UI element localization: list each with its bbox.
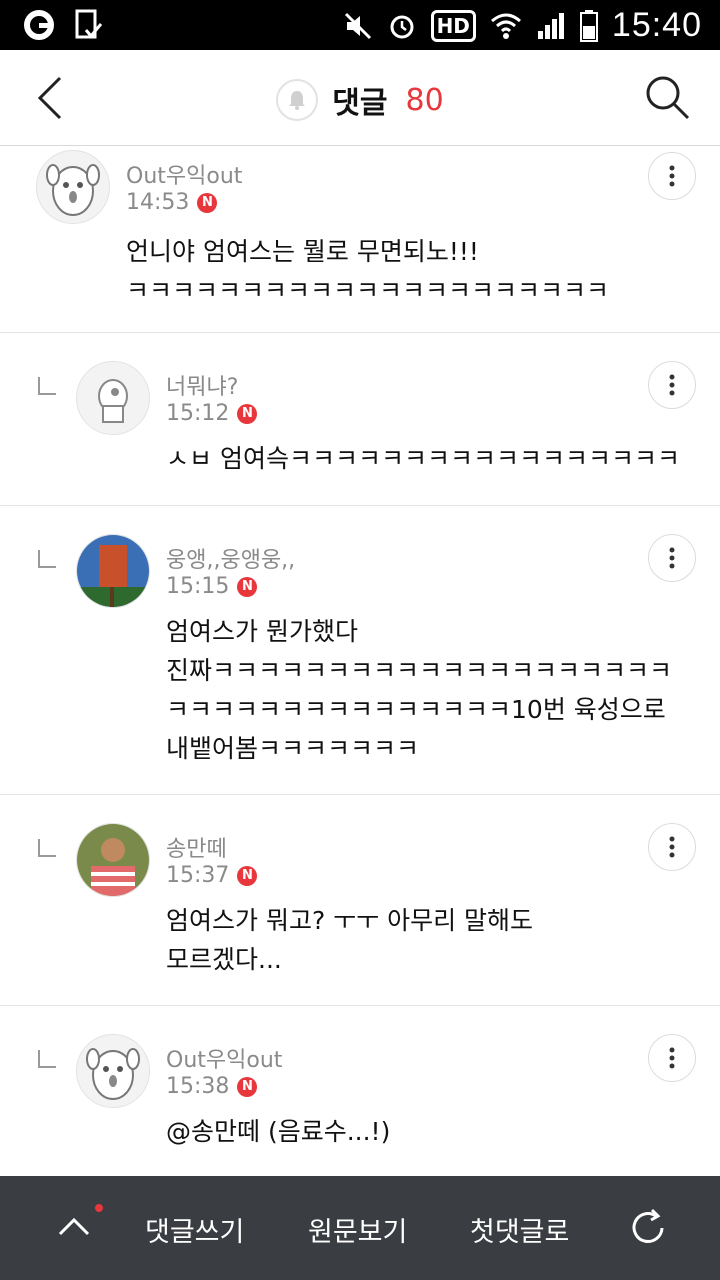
signal-icon: [536, 11, 566, 41]
comment-item: Out우익out 15:38 N @송만떼 (음료수...!): [0, 1006, 720, 1176]
notification-bell-button[interactable]: [276, 79, 319, 121]
chevron-up-icon: [58, 1217, 90, 1236]
avatar[interactable]: [76, 534, 150, 608]
dog-avatar-icon: [37, 151, 109, 223]
more-options-button[interactable]: [648, 823, 696, 871]
new-badge: N: [237, 403, 258, 424]
write-comment-button[interactable]: 댓글쓰기: [145, 1210, 244, 1249]
comment-item: 너뭐냐? 15:12 N ㅅㅂ 엄여슥ㅋㅋㅋㅋㅋㅋㅋㅋㅋㅋㅋㅋㅋㅋㅋㅋㅋ: [0, 333, 720, 506]
bottom-bar: 댓글쓰기 원문보기 첫댓글로: [0, 1176, 720, 1280]
comment-time: 15:15: [166, 574, 230, 599]
download-notification-icon: [74, 8, 102, 42]
more-options-button[interactable]: [648, 534, 696, 582]
comment-body: @송만떼 (음료수...!): [166, 1117, 391, 1146]
photo-avatar-icon: [77, 535, 149, 607]
reply-indicator-icon: [38, 377, 56, 395]
more-vertical-icon: [669, 374, 675, 396]
comment-body: 언니야 엄여스는 뭘로 무면되노!!! ㅋㅋㅋㅋㅋㅋㅋㅋㅋㅋㅋㅋㅋㅋㅋㅋㅋㅋㅋㅋ…: [126, 237, 610, 305]
comment-nickname[interactable]: Out우익out: [166, 1042, 282, 1074]
status-bar: HD 15:40: [0, 0, 720, 50]
more-vertical-icon: [669, 547, 675, 569]
page-title: 댓글 80: [0, 78, 720, 122]
comment-body: 엄여스가 뭔가했다 진짜ㅋㅋㅋㅋㅋㅋㅋㅋㅋㅋㅋㅋㅋㅋㅋㅋㅋㅋㅋㅋ ㅋㅋㅋㅋㅋㅋㅋ…: [166, 617, 673, 763]
comment-body: 엄여스가 뭐고? ㅜㅜ 아무리 말해도 모르겠다...: [166, 906, 534, 974]
reply-indicator-icon: [38, 1050, 56, 1068]
scroll-top-button[interactable]: [52, 1204, 96, 1248]
comment-meta: 15:37 N: [166, 863, 258, 888]
top-bar: 댓글 80: [0, 50, 720, 146]
more-vertical-icon: [669, 1047, 675, 1069]
view-original-button[interactable]: 원문보기: [308, 1210, 407, 1249]
new-badge: N: [237, 576, 258, 597]
alarm-icon: [387, 11, 417, 41]
comment-body: ㅅㅂ 엄여슥ㅋㅋㅋㅋㅋㅋㅋㅋㅋㅋㅋㅋㅋㅋㅋㅋㅋ: [166, 444, 680, 473]
new-badge: N: [237, 1076, 258, 1097]
hd-voice-badge: HD: [430, 9, 476, 42]
more-vertical-icon: [669, 165, 675, 187]
refresh-button[interactable]: [626, 1206, 670, 1250]
first-comment-button[interactable]: 첫댓글로: [470, 1210, 569, 1249]
comment-count: 80: [405, 82, 444, 118]
comment-meta: 15:15 N: [166, 574, 258, 599]
comment-time: 14:53: [126, 190, 190, 215]
comment-nickname[interactable]: Out우익out: [126, 158, 242, 190]
new-badge: N: [197, 192, 218, 213]
refresh-icon: [632, 1208, 664, 1243]
comment-time: 15:12: [166, 401, 230, 426]
battery-icon: [579, 9, 598, 42]
search-icon: [646, 76, 690, 120]
new-indicator-dot: [95, 1204, 103, 1212]
comment-list[interactable]: Out우익out 14:53 N 언니야 엄여스는 뭘로 무면되노!!! ㅋㅋㅋ…: [0, 146, 720, 1176]
status-time: 15:40: [611, 6, 702, 44]
wifi-icon: [490, 11, 522, 41]
reply-indicator-icon: [38, 839, 56, 857]
new-badge: N: [237, 865, 258, 886]
avatar[interactable]: [36, 150, 110, 224]
mute-icon: [343, 11, 373, 41]
comment-meta: 15:12 N: [166, 401, 258, 426]
search-button[interactable]: [642, 72, 692, 122]
comment-nickname[interactable]: 웅앵,,웅앵웅,,: [166, 542, 295, 574]
comment-meta: 14:53 N: [126, 190, 218, 215]
comment-meta: 15:38 N: [166, 1074, 258, 1099]
title-label: 댓글: [332, 86, 388, 121]
comment-time: 15:37: [166, 863, 230, 888]
dog-avatar-icon: [77, 1035, 149, 1107]
ghost-avatar-icon: [77, 362, 149, 434]
reply-indicator-icon: [38, 550, 56, 568]
comment-item: 웅앵,,웅앵웅,, 15:15 N 엄여스가 뭔가했다 진짜ㅋㅋㅋㅋㅋㅋㅋㅋㅋㅋ…: [0, 506, 720, 795]
comment-time: 15:38: [166, 1074, 230, 1099]
avatar[interactable]: [76, 823, 150, 897]
comment-item: 송만떼 15:37 N 엄여스가 뭐고? ㅜㅜ 아무리 말해도 모르겠다...: [0, 795, 720, 1006]
more-options-button[interactable]: [648, 1034, 696, 1082]
more-options-button[interactable]: [648, 152, 696, 200]
bell-icon: [289, 91, 306, 110]
photo-avatar-icon: [77, 824, 149, 896]
app-logo-icon: [22, 8, 56, 42]
more-vertical-icon: [669, 836, 675, 858]
more-options-button[interactable]: [648, 361, 696, 409]
avatar[interactable]: [76, 361, 150, 435]
comment-nickname[interactable]: 송만떼: [166, 831, 227, 863]
avatar[interactable]: [76, 1034, 150, 1108]
comment-item: Out우익out 14:53 N 언니야 엄여스는 뭘로 무면되노!!! ㅋㅋㅋ…: [0, 146, 720, 333]
comment-nickname[interactable]: 너뭐냐?: [166, 369, 238, 401]
